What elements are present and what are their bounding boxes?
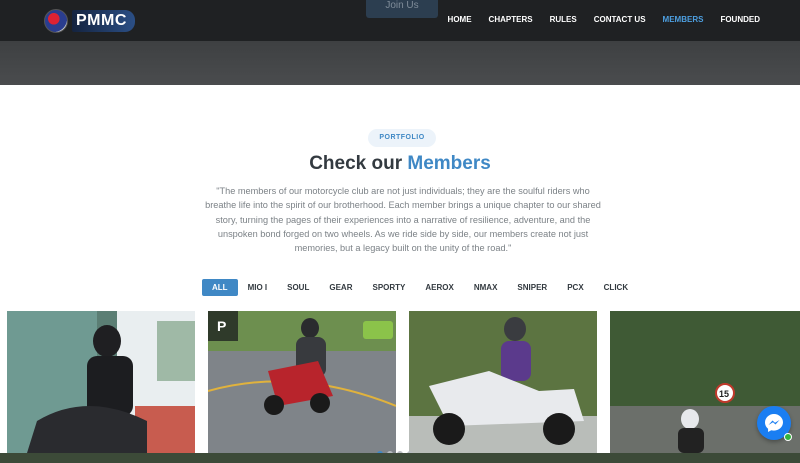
site-logo[interactable]: PMMC	[44, 9, 135, 33]
member-card-3[interactable]	[409, 311, 597, 453]
nav-founded[interactable]: FOUNDED	[720, 15, 760, 24]
filter-all[interactable]: ALL	[202, 279, 238, 296]
portfolio-filters: ALL MIO I SOUL GEAR SPORTY AEROX NMAX SN…	[202, 279, 638, 296]
hero-band	[0, 41, 800, 85]
nav-rules[interactable]: RULES	[550, 15, 577, 24]
site-header: PMMC Join Us HOME CHAPTERS RULES CONTACT…	[0, 0, 800, 41]
filter-aerox[interactable]: AEROX	[415, 279, 463, 296]
member-card-2[interactable]: P	[208, 311, 396, 453]
logo-text: PMMC	[72, 10, 135, 32]
filter-sporty[interactable]: SPORTY	[362, 279, 415, 296]
rider-photo-3	[409, 311, 597, 453]
member-card-1[interactable]	[7, 311, 195, 453]
nav-contact-us[interactable]: CONTACT US	[594, 15, 646, 24]
filter-sniper[interactable]: SNIPER	[507, 279, 557, 296]
messenger-icon	[765, 414, 783, 432]
join-us-button[interactable]: Join Us	[366, 0, 438, 18]
rider-photo-2: P	[208, 311, 396, 453]
bottom-strip	[0, 453, 800, 463]
filter-soul[interactable]: SOUL	[277, 279, 319, 296]
nav-chapters[interactable]: CHAPTERS	[489, 15, 533, 24]
club-emblem-icon	[44, 9, 68, 33]
filter-gear[interactable]: GEAR	[319, 279, 362, 296]
section-title: Check our Members	[0, 153, 800, 175]
nav-members[interactable]: MEMBERS	[663, 15, 704, 24]
main-nav: HOME CHAPTERS RULES CONTACT US MEMBERS F…	[431, 15, 760, 24]
title-prefix: Check our	[309, 153, 403, 174]
section-description: "The members of our motorcycle club are …	[205, 186, 601, 254]
nav-home[interactable]: HOME	[448, 15, 472, 24]
online-status-dot	[784, 433, 792, 441]
filter-mio-i[interactable]: MIO I	[238, 279, 278, 296]
title-accent: Members	[407, 153, 491, 174]
filter-nmax[interactable]: NMAX	[464, 279, 508, 296]
svg-text:P: P	[217, 318, 226, 334]
filter-click[interactable]: CLICK	[594, 279, 638, 296]
section-badge: PORTFOLIO	[368, 129, 436, 147]
rider-photo-1	[7, 311, 195, 453]
filter-pcx[interactable]: PCX	[557, 279, 593, 296]
svg-text:15: 15	[719, 389, 729, 399]
